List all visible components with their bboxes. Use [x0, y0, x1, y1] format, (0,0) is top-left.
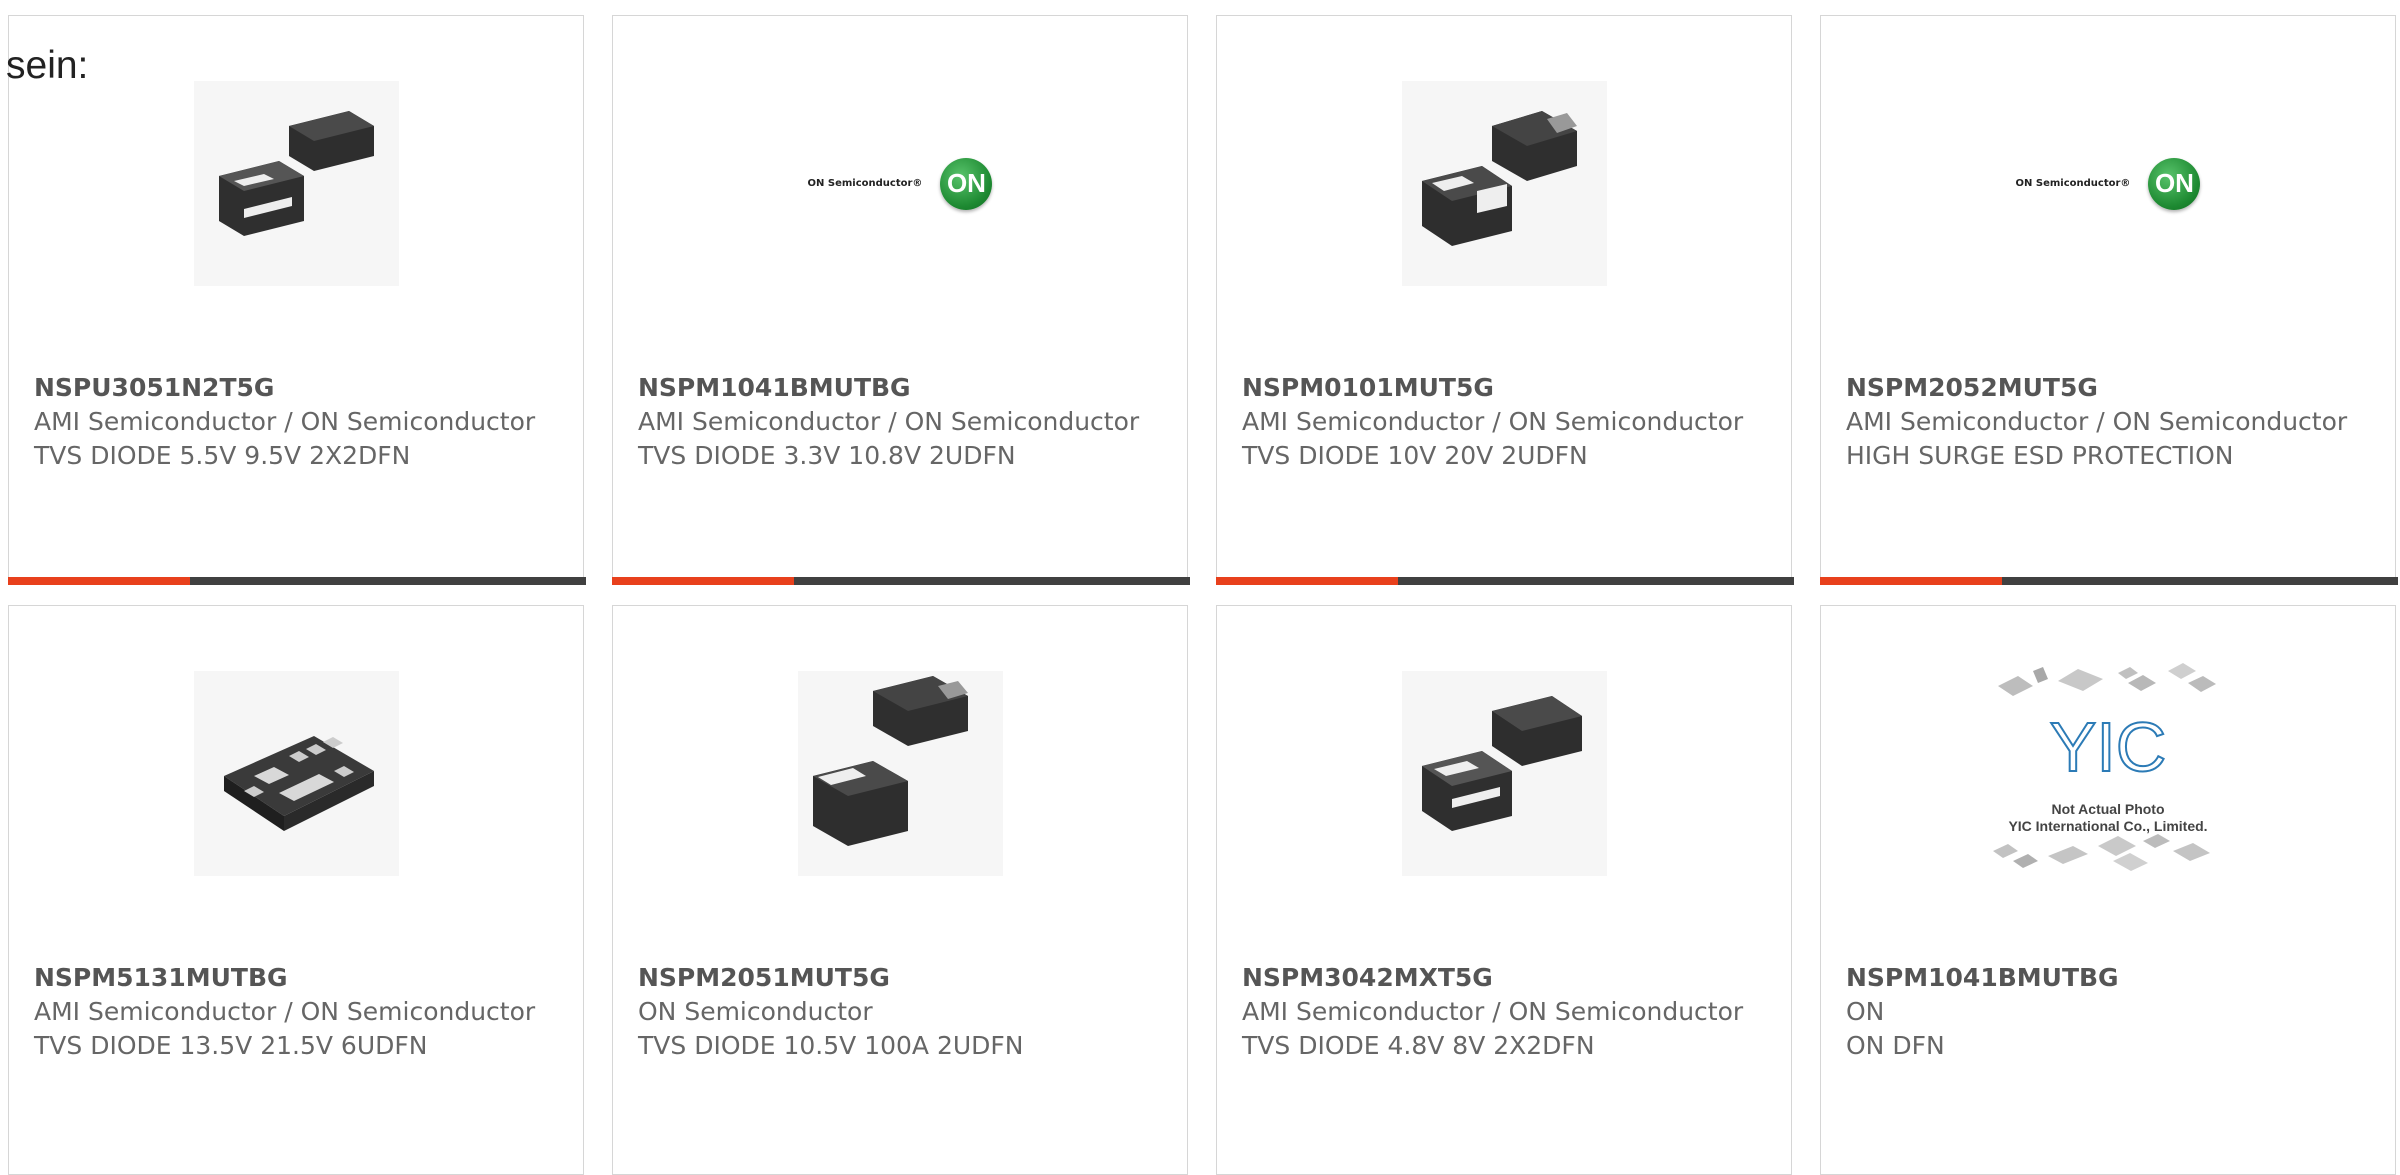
card-bar [8, 577, 586, 585]
part-number[interactable]: NSPM2051MUT5G [638, 961, 1158, 995]
description: ON DFN [1846, 1031, 1945, 1060]
description: TVS DIODE 3.3V 10.8V 2UDFN [638, 441, 1016, 470]
on-badge-icon: ON [2148, 157, 2201, 210]
product-card[interactable]: NSPM5131MUTBG AMI Semiconductor / ON Sem… [8, 605, 584, 1175]
description: TVS DIODE 4.8V 8V 2X2DFN [1242, 1031, 1595, 1060]
part-number[interactable]: NSPM3042MXT5G [1242, 961, 1762, 995]
part-number[interactable]: NSPM1041BMUTBG [638, 371, 1158, 405]
product-image [193, 81, 399, 286]
yic-note-line1: Not Actual Photo [2051, 801, 2165, 817]
product-image [797, 671, 1003, 876]
card-bar [1216, 577, 1794, 585]
product-card[interactable]: NSPU3051N2T5G AMI Semiconductor / ON Sem… [8, 15, 586, 585]
card-bar-accent [1216, 577, 1398, 585]
manufacturer: AMI Semiconductor / ON Semiconductor [638, 407, 1140, 436]
yic-placeholder-image: YIC Not Actual Photo YIC International C… [1978, 651, 2238, 896]
product-card[interactable]: ON Semiconductor® ON NSPM2052MUT5G AMI S… [1820, 15, 2398, 585]
card-bar [1820, 577, 2398, 585]
description: TVS DIODE 10V 20V 2UDFN [1242, 441, 1588, 470]
on-badge-icon: ON [940, 157, 993, 210]
part-number[interactable]: NSPM5131MUTBG [34, 961, 554, 995]
card-bar-accent [8, 577, 190, 585]
product-image [1401, 81, 1607, 286]
manufacturer: ON Semiconductor [638, 997, 873, 1026]
manufacturer: AMI Semiconductor / ON Semiconductor [1242, 997, 1744, 1026]
part-number[interactable]: NSPU3051N2T5G [34, 371, 554, 405]
description: HIGH SURGE ESD PROTECTION [1846, 441, 2234, 470]
product-card[interactable]: NSPM0101MUT5G AMI Semiconductor / ON Sem… [1216, 15, 1794, 585]
logo-text: ON Semiconductor® [807, 178, 923, 189]
product-grid: NSPU3051N2T5G AMI Semiconductor / ON Sem… [0, 0, 2400, 1175]
card-bar-accent [1820, 577, 2002, 585]
part-number[interactable]: NSPM0101MUT5G [1242, 371, 1762, 405]
product-card[interactable]: ON Semiconductor® ON NSPM1041BMUTBG AMI … [612, 15, 1190, 585]
logo-text: ON Semiconductor® [2015, 178, 2131, 189]
manufacturer: AMI Semiconductor / ON Semiconductor [34, 407, 536, 436]
description: TVS DIODE 5.5V 9.5V 2X2DFN [34, 441, 411, 470]
product-image [193, 671, 399, 876]
card-bar-accent [612, 577, 794, 585]
intro-text: sein: [6, 44, 89, 87]
product-image [1401, 671, 1607, 876]
manufacturer: ON [1846, 997, 1885, 1026]
card-bar [612, 577, 1190, 585]
yic-note-line2: YIC International Co., Limited. [2008, 818, 2208, 834]
product-card[interactable]: YIC Not Actual Photo YIC International C… [1820, 605, 2396, 1175]
part-number[interactable]: NSPM2052MUT5G [1846, 371, 2366, 405]
part-number[interactable]: NSPM1041BMUTBG [1846, 961, 2366, 995]
product-card[interactable]: NSPM2051MUT5G ON Semiconductor TVS DIODE… [612, 605, 1188, 1175]
product-card[interactable]: NSPM3042MXT5G AMI Semiconductor / ON Sem… [1216, 605, 1792, 1175]
on-semiconductor-logo: ON Semiconductor® ON [807, 157, 993, 210]
manufacturer: AMI Semiconductor / ON Semiconductor [1242, 407, 1744, 436]
manufacturer: AMI Semiconductor / ON Semiconductor [34, 997, 536, 1026]
yic-logo-icon: YIC [2050, 708, 2167, 786]
on-semiconductor-logo: ON Semiconductor® ON [2015, 157, 2201, 210]
description: TVS DIODE 13.5V 21.5V 6UDFN [34, 1031, 428, 1060]
manufacturer: AMI Semiconductor / ON Semiconductor [1846, 407, 2348, 436]
description: TVS DIODE 10.5V 100A 2UDFN [638, 1031, 1024, 1060]
